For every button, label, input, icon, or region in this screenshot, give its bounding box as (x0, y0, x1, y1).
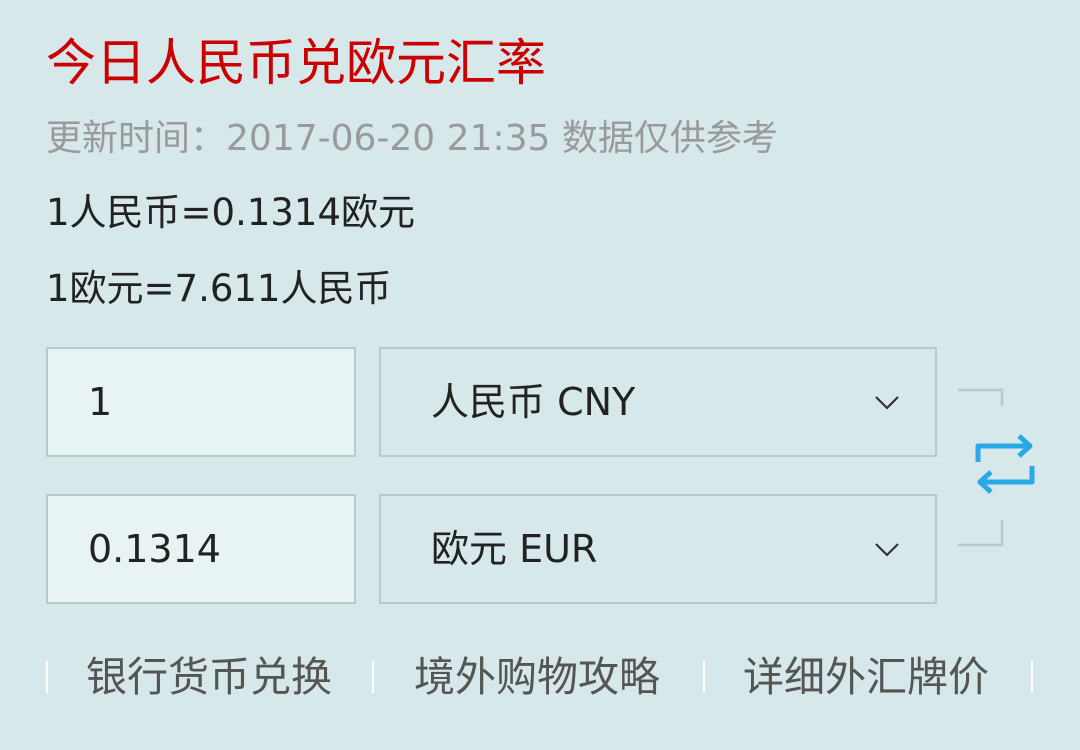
link-divider (703, 661, 705, 693)
forex-rates-link[interactable]: 详细外汇牌价 (743, 648, 989, 706)
from-currency-label: 人民币 CNY (431, 380, 636, 424)
bank-exchange-link[interactable]: 银行货币兑换 (86, 648, 332, 706)
from-amount-input[interactable] (46, 347, 356, 457)
link-divider (372, 661, 374, 693)
chevron-down-icon (875, 396, 899, 410)
to-amount-input[interactable] (46, 494, 356, 604)
chevron-down-icon (875, 543, 899, 557)
link-divider (46, 661, 48, 693)
to-currency-select[interactable]: 欧元 EUR (379, 494, 937, 604)
page-title: 今日人民币兑欧元汇率 (46, 34, 546, 92)
to-currency-label: 欧元 EUR (431, 527, 598, 571)
rate-cny-to-eur: 1人民币=0.1314欧元 (46, 191, 416, 234)
rate-eur-to-cny: 1欧元=7.611人民币 (46, 267, 392, 310)
quick-links-bar: 银行货币兑换 境外购物攻略 详细外汇牌价 (0, 646, 1080, 706)
overseas-shopping-link[interactable]: 境外购物攻略 (414, 648, 660, 706)
swap-arrows-icon[interactable] (972, 432, 1038, 498)
link-divider (1031, 661, 1033, 693)
update-time: 更新时间：2017-06-20 21:35 数据仅供参考 (46, 118, 778, 159)
from-currency-select[interactable]: 人民币 CNY (379, 347, 937, 457)
